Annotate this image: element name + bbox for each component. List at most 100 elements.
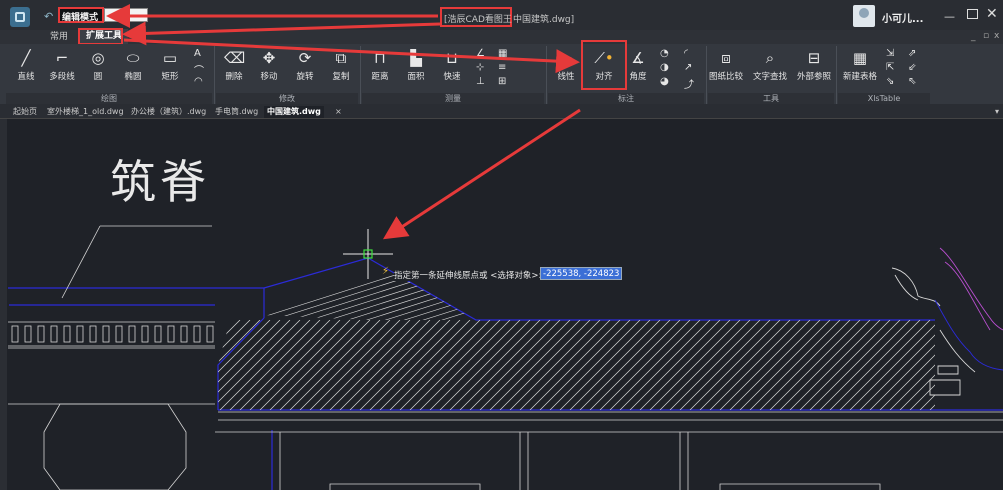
table-export-icon[interactable]: ⇘ — [886, 76, 894, 87]
arc-length-icon[interactable]: ◕ — [660, 76, 669, 87]
doc-tab-office[interactable]: 办公楼（建筑）.dwg — [128, 106, 209, 118]
doc-tab-active[interactable]: 中国建筑.dwg — [264, 106, 324, 118]
text-search-label: 文字查找 — [752, 72, 787, 82]
line-tool-label: 直线 — [17, 72, 35, 82]
delete-tool-button[interactable]: ⌫ 删除 — [216, 48, 252, 82]
group-divider — [546, 46, 547, 104]
move-icon: ✥ — [262, 49, 276, 67]
circle-tool-button[interactable]: ◎ 圆 — [80, 48, 116, 82]
shape-tool-icon[interactable]: ◠ — [194, 76, 203, 87]
measure-angle-icon[interactable]: ∠ — [476, 48, 485, 59]
new-table-button[interactable]: ▦ 新建表格 — [840, 48, 880, 82]
left-side-strip — [0, 119, 7, 490]
balusters — [11, 325, 214, 343]
ordinate-icon[interactable]: ↗ — [684, 62, 692, 73]
delete-tool-label: 删除 — [225, 72, 243, 82]
document-minimize-button[interactable]: _ — [971, 32, 976, 42]
drawing-text-label: 筑脊 — [110, 155, 210, 209]
compare-icon: ⧈ — [721, 49, 731, 67]
line-tool-button[interactable]: ╱ 直线 — [8, 48, 44, 82]
quick-measure-label: 快速 — [443, 72, 461, 82]
xlstable-group-label: XlsTable — [838, 93, 930, 104]
move-tool-button[interactable]: ✥ 移动 — [251, 48, 287, 82]
table-update-icon[interactable]: ⇙ — [908, 62, 916, 73]
doc-tab-scroll-icon[interactable]: ▾ — [992, 106, 1002, 118]
command-prompt-text: 指定第一条延伸线原点或 <选择对象>: — [394, 269, 542, 281]
tab-highlight-box — [78, 28, 123, 45]
rotate-tool-button[interactable]: ⟳ 旋转 — [287, 48, 323, 82]
doc-tab-start[interactable]: 起始页 — [10, 106, 40, 118]
roof-outline — [8, 257, 1003, 490]
table-sync-icon[interactable]: ⇖ — [908, 76, 916, 87]
undo-icon[interactable]: ↶ — [44, 10, 53, 23]
text-search-button[interactable]: ⌕ 文字查找 — [752, 48, 788, 82]
ellipse-icon: ⬭ — [126, 49, 140, 67]
drawing-compare-button[interactable]: ⧈ 图纸比较 — [708, 48, 744, 82]
ellipse-tool-button[interactable]: ⬭ 椭圆 — [115, 48, 151, 82]
radius-dimension-icon[interactable]: ◔ — [660, 48, 669, 59]
line-icon: ╱ — [21, 49, 31, 67]
group-divider — [360, 46, 361, 104]
document-restore-button[interactable]: ▫ — [983, 31, 989, 41]
table-import-icon[interactable]: ⇲ — [886, 48, 894, 59]
angle-dimension-button[interactable]: ∡ 角度 — [620, 48, 656, 82]
polyline-tool-label: 多段线 — [49, 72, 75, 82]
table-edit-icon[interactable]: ⇱ — [886, 62, 894, 73]
group-divider — [836, 46, 837, 104]
eraser-icon: ⌫ — [224, 49, 246, 67]
close-button[interactable]: ✕ — [986, 6, 998, 22]
continue-dimension-icon[interactable]: ⤴ — [684, 76, 694, 91]
rectangle-tool-button[interactable]: ▭ 矩形 — [152, 48, 188, 82]
area-tool-label: 面积 — [407, 72, 425, 82]
polyline-icon: ⌐ — [55, 49, 69, 67]
measure-table-icon[interactable]: ▦ — [498, 48, 507, 59]
draw-group-label: 绘图 — [6, 93, 212, 104]
app-logo-icon[interactable] — [10, 7, 30, 27]
arc-tool-icon[interactable]: ⌒ — [194, 62, 204, 77]
polyline-tool-button[interactable]: ⌐ 多段线 — [44, 48, 80, 82]
distance-tool-button[interactable]: ⊓ 距离 — [362, 48, 398, 82]
rectangle-tool-label: 矩形 — [161, 72, 179, 82]
mode-dropdown[interactable] — [104, 8, 148, 22]
quick-measure-icon: ⊔ — [446, 49, 458, 67]
coordinate-input[interactable]: -225538, -224823 — [540, 267, 622, 280]
avatar[interactable] — [853, 5, 875, 27]
document-close-button[interactable]: x — [994, 31, 999, 41]
mode-label[interactable]: 编辑模式 — [62, 10, 98, 23]
doc-tab-flashlight[interactable]: 手电筒.dwg — [212, 106, 261, 118]
roof-hatch — [218, 320, 935, 410]
app-title: [浩辰CAD看图王 — [444, 15, 512, 25]
circle-tool-label: 圆 — [93, 72, 103, 82]
tools-group-label: 工具 — [708, 93, 834, 104]
tab-common[interactable]: 常用 — [44, 30, 74, 44]
diameter-dimension-icon[interactable]: ◑ — [660, 62, 669, 73]
linear-dimension-button[interactable]: ⊢ 线性 — [548, 48, 584, 82]
ruler-icon: ⊓ — [374, 49, 386, 67]
linear-dimension-label: 线性 — [557, 72, 575, 82]
username[interactable]: 小可儿... — [882, 10, 923, 25]
new-table-label: 新建表格 — [842, 72, 877, 82]
copy-tool-button[interactable]: ⧉ 复制 — [323, 48, 359, 82]
gable-hatch — [264, 258, 476, 320]
leader-icon[interactable]: ◜ — [684, 48, 688, 59]
doc-tab-stairs[interactable]: 室外楼梯_1_old.dwg — [44, 106, 127, 118]
facade-lines — [8, 225, 1003, 490]
quick-measure-button[interactable]: ⊔ 快速 — [434, 48, 470, 82]
measure-coordinate-icon[interactable]: ⊹ — [476, 62, 484, 73]
area-tool-button[interactable]: ▙ 面积 — [398, 48, 434, 82]
copy-icon: ⧉ — [335, 49, 347, 67]
table-link-icon[interactable]: ⇗ — [908, 48, 916, 59]
minimize-button[interactable]: — — [944, 10, 955, 23]
table-icon: ▦ — [852, 49, 868, 67]
measure-arc-icon[interactable]: ⊥ — [476, 76, 485, 87]
measure-sum-icon[interactable]: ≡ — [498, 62, 506, 73]
maximize-button[interactable] — [967, 9, 978, 19]
measure-count-icon[interactable]: ⊞ — [498, 76, 506, 87]
external-reference-icon: ⊟ — [807, 49, 821, 67]
drawing-compare-label: 图纸比较 — [708, 72, 743, 82]
external-reference-button[interactable]: ⊟ 外部参照 — [796, 48, 832, 82]
external-reference-label: 外部参照 — [796, 72, 831, 82]
doc-tab-close-icon[interactable]: × — [332, 106, 345, 118]
group-divider — [706, 46, 707, 104]
text-tool-icon[interactable]: A — [194, 48, 201, 59]
